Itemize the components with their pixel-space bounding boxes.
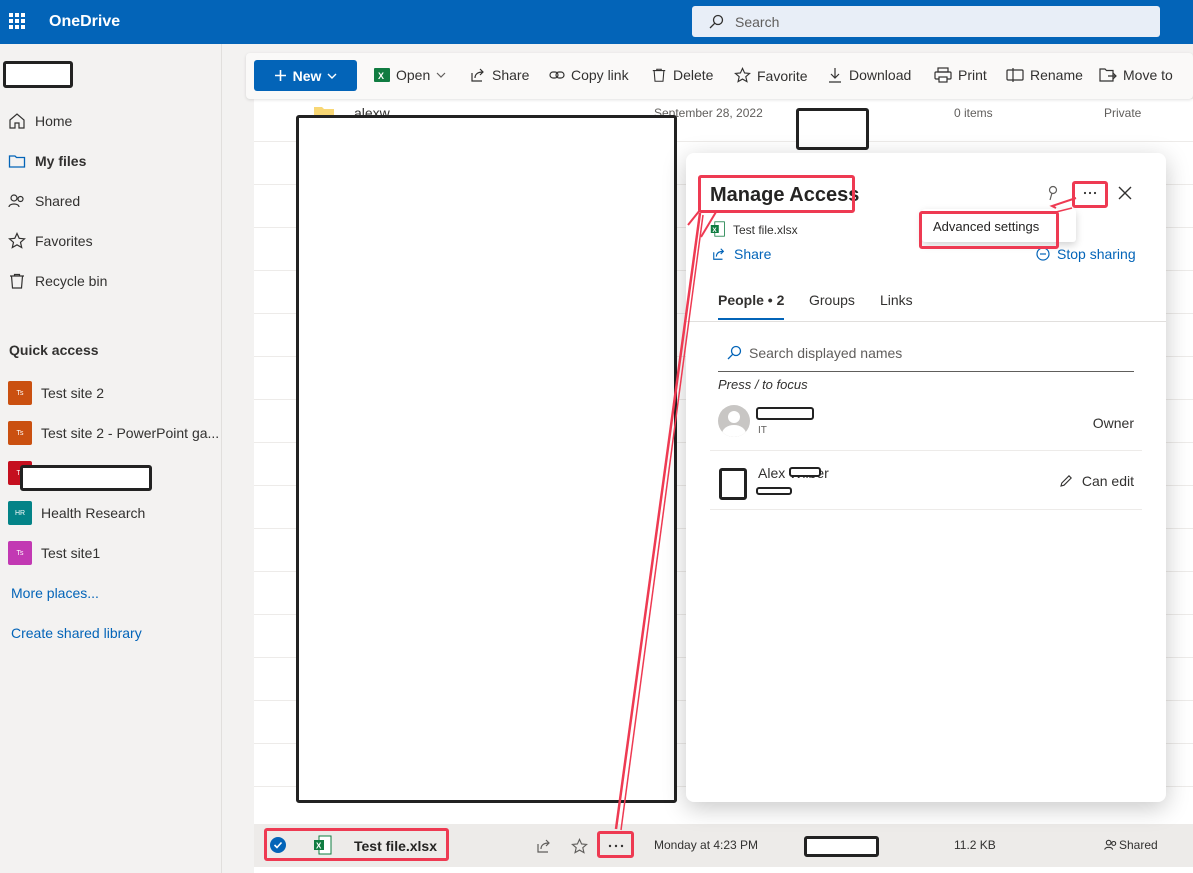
annotation-box-advanced <box>919 211 1059 249</box>
annotation-arrows <box>614 197 1077 831</box>
annotation-box-title <box>698 175 855 213</box>
annotation-box-file <box>264 828 449 861</box>
annotation-box-more-options <box>1072 181 1108 208</box>
annotation-box-more <box>597 831 634 858</box>
